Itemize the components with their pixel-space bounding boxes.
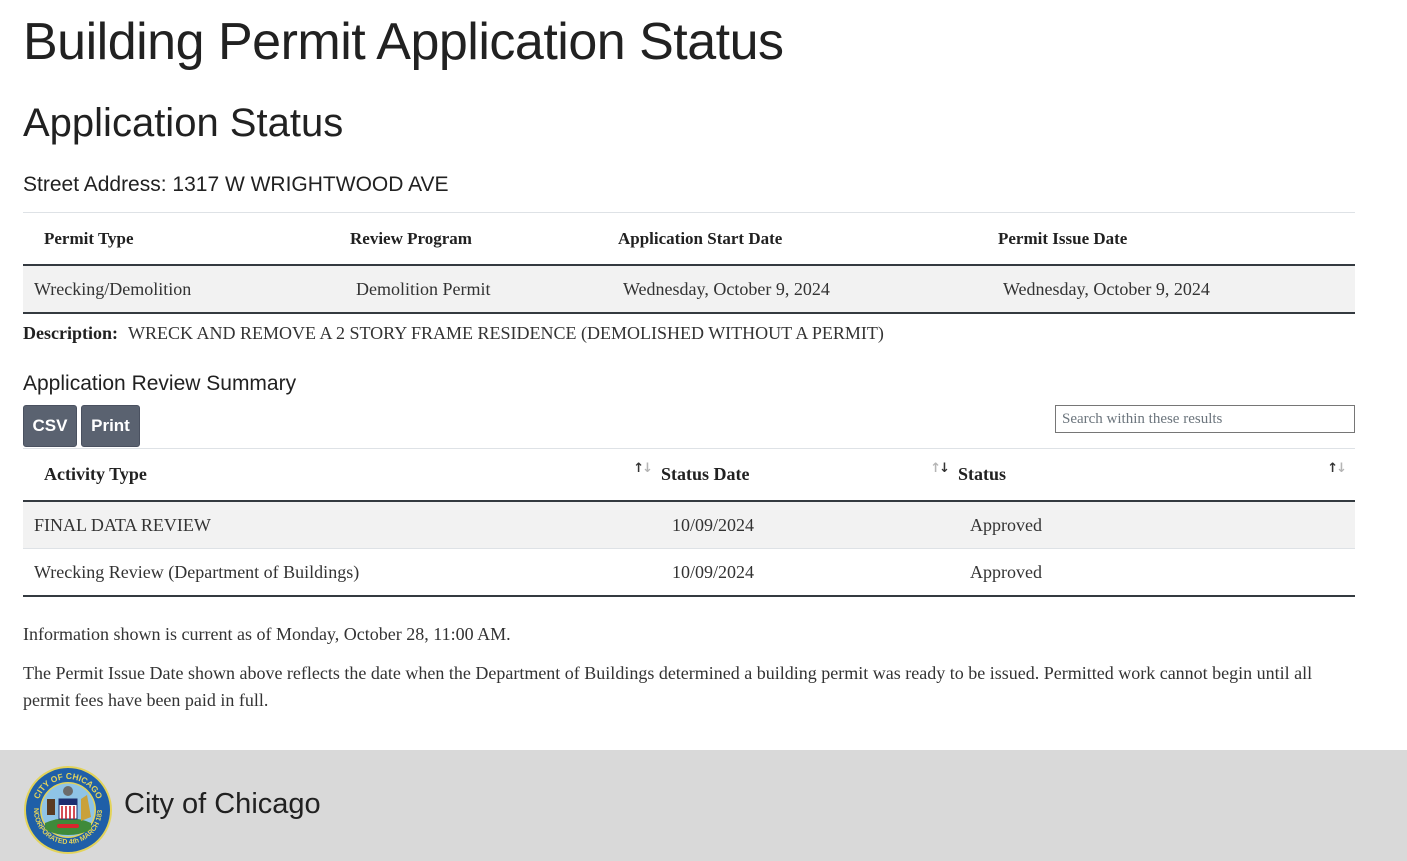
search-results-input[interactable]	[1055, 405, 1355, 433]
header-status-date-label: Status Date	[661, 464, 750, 484]
cell-status: Approved	[958, 548, 1355, 597]
description-label: Description:	[23, 323, 118, 343]
section-title: Application Status	[23, 101, 344, 145]
description: Description: WRECK AND REMOVE A 2 STORY F…	[23, 321, 884, 345]
header-activity-type-label: Activity Type	[44, 464, 147, 484]
permit-info-table: Permit Type Review Program Application S…	[23, 212, 1355, 314]
permit-table-header-row: Permit Type Review Program Application S…	[23, 212, 1355, 266]
street-address: Street Address: 1317 W WRIGHTWOOD AVE	[23, 173, 449, 196]
sort-up-down-icon[interactable]: ↑↓	[1327, 461, 1347, 476]
table-row: Wrecking Review (Department of Buildings…	[23, 548, 1355, 597]
header-status-date[interactable]: Status Date ↑↓	[661, 448, 958, 502]
header-activity-type[interactable]: Activity Type ↑↓	[23, 448, 661, 502]
header-review-program: Review Program	[350, 212, 618, 266]
current-as-of-note: Information shown is current as of Monda…	[23, 624, 511, 644]
cell-activity-type: Wrecking Review (Department of Buildings…	[23, 548, 661, 597]
cell-permit-type: Wrecking/Demolition	[23, 265, 350, 314]
header-status-label: Status	[958, 464, 1007, 484]
city-seal-icon: CITY OF CHICAGO INCORPORATED 4th MARCH 1…	[23, 765, 112, 854]
cell-status: Approved	[958, 501, 1355, 549]
table-row: FINAL DATA REVIEW 10/09/2024 Approved	[23, 501, 1355, 549]
cell-status-date: 10/09/2024	[661, 548, 958, 597]
page-title: Building Permit Application Status	[23, 13, 784, 71]
cell-status-date: 10/09/2024	[661, 501, 958, 549]
cell-review-program: Demolition Permit	[350, 265, 618, 314]
review-table-header-row: Activity Type ↑↓ Status Date ↑↓ Status ↑…	[23, 448, 1355, 502]
description-text: WRECK AND REMOVE A 2 STORY FRAME RESIDEN…	[127, 323, 884, 343]
cell-permit-issue-date: Wednesday, October 9, 2024	[998, 265, 1355, 314]
review-summary-title: Application Review Summary	[23, 372, 297, 395]
header-permit-issue-date: Permit Issue Date	[998, 212, 1355, 266]
sort-up-down-icon[interactable]: ↑↓	[930, 461, 950, 476]
permit-table-row: Wrecking/Demolition Demolition Permit We…	[23, 265, 1355, 314]
cell-activity-type: FINAL DATA REVIEW	[23, 501, 661, 549]
site-footer: CITY OF CHICAGO INCORPORATED 4th MARCH 1…	[0, 750, 1407, 861]
cell-application-start-date: Wednesday, October 9, 2024	[618, 265, 998, 314]
issue-date-note: The Permit Issue Date shown above reflec…	[23, 663, 1313, 710]
header-application-start-date: Application Start Date	[618, 212, 998, 266]
review-summary-table: Activity Type ↑↓ Status Date ↑↓ Status ↑…	[23, 448, 1355, 597]
footer-title: City of Chicago	[124, 788, 321, 820]
sort-up-down-icon[interactable]: ↑↓	[633, 461, 653, 476]
print-button[interactable]: Print	[81, 405, 140, 447]
header-permit-type: Permit Type	[23, 212, 350, 266]
csv-export-button[interactable]: CSV	[23, 405, 77, 447]
header-status[interactable]: Status ↑↓	[958, 448, 1355, 502]
